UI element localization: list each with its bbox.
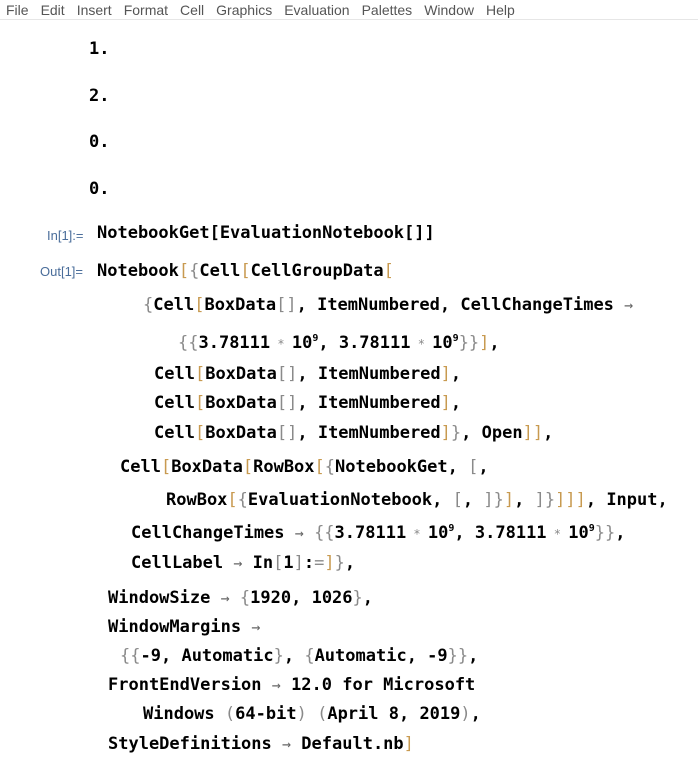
output-line: RowBox[{EvaluationNotebook, [, ]}], ]}]]… — [166, 490, 668, 510]
token: BoxData — [171, 457, 243, 477]
token: Notebook — [97, 261, 179, 281]
menu-insert[interactable]: Insert — [77, 2, 112, 18]
output-line: CellLabel → In[1]:=]}, — [131, 553, 356, 573]
rule-arrow-icon: → — [251, 618, 261, 636]
token: ItemNumbered — [317, 364, 441, 384]
token: Cell — [154, 393, 195, 413]
token: -9 — [427, 646, 448, 666]
output-line: {Cell[BoxData[], ItemNumbered, CellChang… — [143, 295, 634, 315]
token: CellLabel — [131, 553, 224, 573]
rule-arrow-icon: → — [624, 296, 634, 314]
token: CellChangeTimes — [131, 523, 285, 543]
token: CellGroupData — [250, 261, 384, 281]
token: 3.78111 — [334, 523, 407, 543]
token: Automatic — [181, 646, 274, 666]
token: ItemNumbered — [317, 423, 441, 443]
output-line: Cell[BoxData[], ItemNumbered], — [154, 393, 462, 413]
output-line: Cell[BoxData[], ItemNumbered]}, Open]], — [154, 423, 554, 443]
menu-format[interactable]: Format — [124, 2, 168, 18]
token: BoxData — [205, 364, 277, 384]
output-line: CellChangeTimes → {{3.78111 * 109, 3.781… — [131, 523, 626, 543]
token: RowBox — [253, 457, 315, 477]
token: Automatic — [314, 646, 407, 666]
output-line: WindowMargins → — [108, 615, 260, 639]
token: ItemNumbered — [317, 295, 440, 315]
menu-bar: File Edit Insert Format Cell Graphics Ev… — [0, 0, 698, 20]
token: ItemNumbered — [317, 393, 441, 413]
token: RowBox — [166, 490, 228, 510]
menu-window[interactable]: Window — [424, 2, 474, 18]
token: Windows — [143, 704, 215, 724]
input-cell-label: In[1]:= — [47, 228, 84, 243]
token: BoxData — [205, 423, 277, 443]
menu-graphics[interactable]: Graphics — [216, 2, 272, 18]
output-line: Windows (64-bit) (April 8, 2019), — [143, 704, 481, 724]
numbered-item-cell[interactable]: 2. — [89, 84, 109, 108]
token: 1 — [283, 553, 294, 573]
menu-file[interactable]: File — [6, 2, 29, 18]
token: 1920 — [250, 588, 292, 608]
token: April 8, 2019 — [327, 704, 461, 724]
token: 9 — [312, 333, 319, 344]
token: WindowMargins — [108, 617, 242, 637]
rule-arrow-icon: → — [271, 676, 281, 694]
output-line: Cell[BoxData[], ItemNumbered], — [154, 364, 462, 384]
token: 10 — [427, 523, 449, 543]
token: Open — [481, 423, 523, 443]
output-line: {{3.78111 * 109, 3.78111 * 109}}], — [178, 333, 500, 353]
token: 1026 — [311, 588, 353, 608]
numbered-item-cell[interactable]: 1. — [89, 37, 109, 61]
token: BoxData — [205, 393, 277, 413]
output-line: WindowSize → {1920, 1026}, — [108, 588, 374, 608]
rule-arrow-icon: → — [220, 589, 230, 607]
menu-help[interactable]: Help — [486, 2, 515, 18]
token: WindowSize — [108, 588, 211, 608]
menu-cell[interactable]: Cell — [180, 2, 204, 18]
rule-arrow-icon: → — [294, 524, 304, 542]
output-line: {{-9, Automatic}, {Automatic, -9}}, — [120, 646, 479, 666]
output-line: StyleDefinitions → Default.nb] — [108, 734, 414, 754]
token: Cell — [153, 295, 195, 315]
token: In — [252, 553, 274, 573]
menu-edit[interactable]: Edit — [41, 2, 65, 18]
token: 9 — [448, 523, 455, 534]
token: 10 — [432, 333, 453, 353]
token: Cell — [199, 261, 241, 281]
token: Default.nb — [301, 734, 404, 754]
numbered-item-cell[interactable]: 0. — [89, 177, 109, 201]
token: 12.0 for Microsoft — [291, 675, 476, 695]
token: FrontEndVersion — [108, 675, 262, 695]
token: EvaluationNotebook — [247, 490, 433, 510]
token: BoxData — [204, 295, 277, 315]
output-line: Cell[BoxData[RowBox[{NotebookGet, [, — [120, 457, 489, 477]
menu-palettes[interactable]: Palettes — [362, 2, 413, 18]
token: Cell — [154, 364, 195, 384]
rule-arrow-icon: → — [282, 735, 292, 753]
token: NotebookGet — [335, 457, 448, 477]
rule-arrow-icon: → — [233, 554, 243, 572]
output-line: Notebook[{Cell[CellGroupData[ — [97, 261, 394, 281]
output-line: FrontEndVersion → 12.0 for Microsoft — [108, 673, 475, 697]
token: CellChangeTimes — [460, 295, 614, 315]
token: Input — [606, 490, 658, 510]
input-cell-code[interactable]: NotebookGet[EvaluationNotebook[]] — [97, 221, 435, 245]
menu-evaluation[interactable]: Evaluation — [284, 2, 349, 18]
token: 10 — [291, 333, 313, 353]
output-cell-label: Out[1]= — [40, 264, 83, 279]
token: 3.78111 — [338, 333, 411, 353]
token: StyleDefinitions — [108, 734, 272, 754]
token: 64-bit — [235, 704, 297, 724]
token: Cell — [154, 423, 195, 443]
token: Cell — [120, 457, 161, 477]
token: -9 — [140, 646, 161, 666]
token: 3.78111 — [198, 333, 271, 353]
token: 3.78111 — [474, 523, 547, 543]
token: 10 — [568, 523, 589, 543]
numbered-item-cell[interactable]: 0. — [89, 130, 109, 154]
